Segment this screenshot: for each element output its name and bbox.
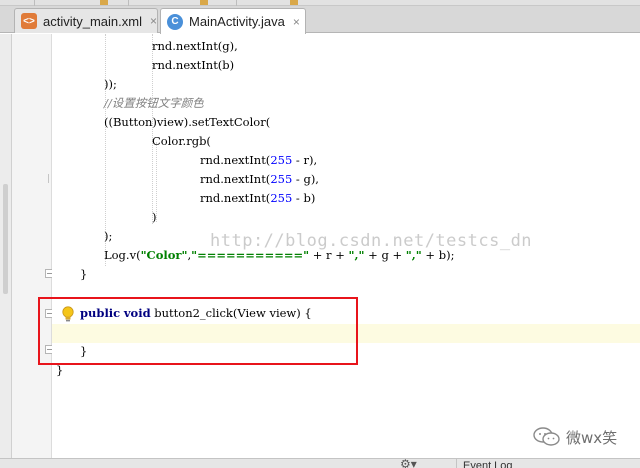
status-bar: ⚙▾ Event Log (0, 458, 640, 468)
code-comment: //设置按钮文字颜色 (104, 96, 204, 110)
code-line: )); (104, 77, 117, 91)
gear-icon[interactable]: ⚙▾ (400, 458, 417, 468)
lightbulb-icon[interactable] (61, 306, 75, 323)
wechat-label: 微wx笑 (566, 428, 618, 447)
code-line: } (80, 267, 88, 281)
code-line: } (56, 363, 64, 377)
editor-tab-bar: <> activity_main.xml × C MainActivity.ja… (0, 6, 640, 34)
wechat-watermark: 微wx笑 (532, 426, 617, 448)
current-line-highlight (52, 324, 640, 343)
java-class-icon: C (167, 13, 183, 30)
code-line: Color.rgb( (152, 134, 211, 148)
tab-label: activity_main.xml (43, 13, 142, 29)
tab-activity-main-xml[interactable]: <> activity_main.xml × (14, 8, 158, 33)
code-line: } (80, 344, 88, 358)
folder-icon (200, 0, 208, 5)
code-line: rnd.nextInt(255 - r), (200, 153, 318, 167)
event-log-button[interactable]: Event Log (456, 459, 640, 468)
wechat-icon (533, 427, 560, 446)
code-line: ) (152, 210, 157, 224)
code-line: rnd.nextInt(255 - b) (200, 191, 316, 205)
close-icon[interactable]: × (293, 15, 300, 29)
code-line: rnd.nextInt(255 - g), (200, 172, 319, 186)
code-editor[interactable]: rnd.nextInt(g), rnd.nextInt(b) )); //设置按… (52, 34, 640, 458)
left-tool-strip (0, 34, 12, 458)
folder-icon (290, 0, 298, 5)
vertical-scrollbar[interactable] (3, 184, 8, 294)
code-line: ((Button)view).setTextColor( (104, 115, 271, 129)
close-icon[interactable]: × (150, 14, 157, 28)
code-line: ); (104, 229, 113, 243)
tab-main-activity-java[interactable]: C MainActivity.java × (160, 8, 306, 34)
tab-label: MainActivity.java (189, 14, 285, 29)
method-declaration: public void button2_click(View view) { (80, 306, 312, 320)
xml-file-icon: <> (21, 13, 37, 29)
folder-icon (100, 0, 108, 5)
code-line: rnd.nextInt(g), (152, 39, 238, 53)
blog-watermark: http://blog.csdn.net/testcs_dn (210, 231, 533, 251)
code-line: rnd.nextInt(b) (152, 58, 235, 72)
editor-gutter (12, 34, 54, 458)
